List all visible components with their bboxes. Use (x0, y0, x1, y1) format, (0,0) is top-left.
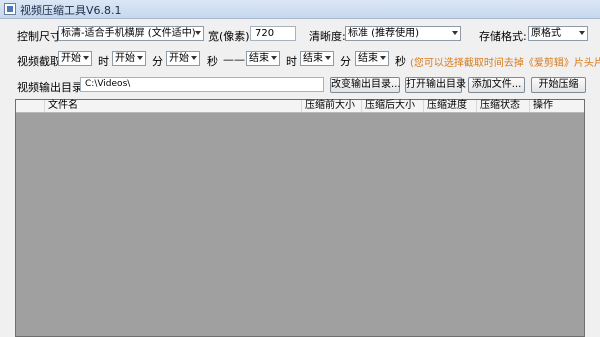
size-select-value: 标清-适合手机横屏 (文件适中) (61, 28, 196, 39)
column-header-filename[interactable]: 文件名 (44, 100, 301, 112)
window-title: 视频压缩工具V6.8.1 (20, 4, 122, 17)
file-list[interactable]: 文件名 压缩前大小 压缩后大小 压缩进度 压缩状态 操作 (15, 99, 585, 337)
format-select-value: 原格式 (531, 28, 561, 39)
end-hour-value: 结束 (249, 53, 269, 64)
output-dir-input[interactable]: C:\Videos\ (80, 77, 324, 92)
chevron-down-icon (195, 31, 201, 35)
start-second-value: 开始 (169, 53, 189, 64)
chevron-down-icon (380, 56, 386, 60)
chevron-down-icon (83, 56, 89, 60)
app-window: 视频压缩工具V6.8.1 控制尺寸: 标清-适合手机横屏 (文件适中) 宽(像素… (0, 0, 600, 337)
add-file-button[interactable]: 添加文件... (468, 77, 525, 93)
end-second-value: 结束 (358, 53, 378, 64)
start-hour-value: 开始 (61, 53, 81, 64)
size-select[interactable]: 标清-适合手机横屏 (文件适中) (58, 26, 204, 41)
file-list-header: 文件名 压缩前大小 压缩后大小 压缩进度 压缩状态 操作 (16, 100, 584, 113)
chevron-down-icon (452, 31, 458, 35)
column-header-status[interactable]: 压缩状态 (476, 100, 529, 112)
end-minute-value: 结束 (303, 53, 323, 64)
chevron-down-icon (271, 56, 277, 60)
width-label: 宽(像素): (208, 30, 254, 43)
minute-unit-label-2: 分 (340, 55, 351, 68)
output-dir-label: 视频输出目录: (17, 81, 87, 94)
title-bar: 视频压缩工具V6.8.1 (0, 0, 600, 19)
start-second-select[interactable]: 开始 (166, 51, 200, 66)
hour-unit-label: 时 (98, 55, 109, 68)
second-unit-label: 秒 (207, 55, 218, 68)
start-compress-button[interactable]: 开始压缩 (531, 77, 586, 93)
column-header-size-before[interactable]: 压缩前大小 (301, 100, 361, 112)
column-header-blank (16, 100, 44, 112)
end-hour-select[interactable]: 结束 (246, 51, 280, 66)
column-header-action[interactable]: 操作 (529, 100, 584, 112)
start-hour-select[interactable]: 开始 (58, 51, 92, 66)
start-minute-value: 开始 (115, 53, 135, 64)
chevron-down-icon (579, 31, 585, 35)
end-second-select[interactable]: 结束 (355, 51, 389, 66)
width-input[interactable]: 720 (250, 26, 296, 41)
range-dash: —— (223, 53, 245, 66)
app-icon (4, 3, 16, 15)
column-header-size-after[interactable]: 压缩后大小 (361, 100, 423, 112)
chevron-down-icon (325, 56, 331, 60)
chevron-down-icon (191, 56, 197, 60)
second-unit-label-2: 秒 (395, 55, 406, 68)
clip-hint: (您可以选择截取时间去掉《爱剪辑》片头片尾) (410, 58, 600, 69)
column-header-progress[interactable]: 压缩进度 (423, 100, 476, 112)
format-select[interactable]: 原格式 (528, 26, 588, 41)
open-output-dir-button[interactable]: 打开输出目录 (405, 77, 466, 93)
clarity-select-value: 标准 (推荐使用) (348, 28, 419, 39)
start-minute-select[interactable]: 开始 (112, 51, 146, 66)
minute-unit-label: 分 (152, 55, 163, 68)
main-panel: 控制尺寸: 标清-适合手机横屏 (文件适中) 宽(像素): 720 清晰度: 标… (0, 19, 600, 337)
clarity-select[interactable]: 标准 (推荐使用) (345, 26, 461, 41)
format-label: 存储格式: (479, 30, 527, 43)
change-output-dir-button[interactable]: 改变输出目录... (330, 77, 401, 93)
hour-unit-label-2: 时 (286, 55, 297, 68)
end-minute-select[interactable]: 结束 (300, 51, 334, 66)
clarity-label: 清晰度: (309, 30, 346, 43)
chevron-down-icon (137, 56, 143, 60)
